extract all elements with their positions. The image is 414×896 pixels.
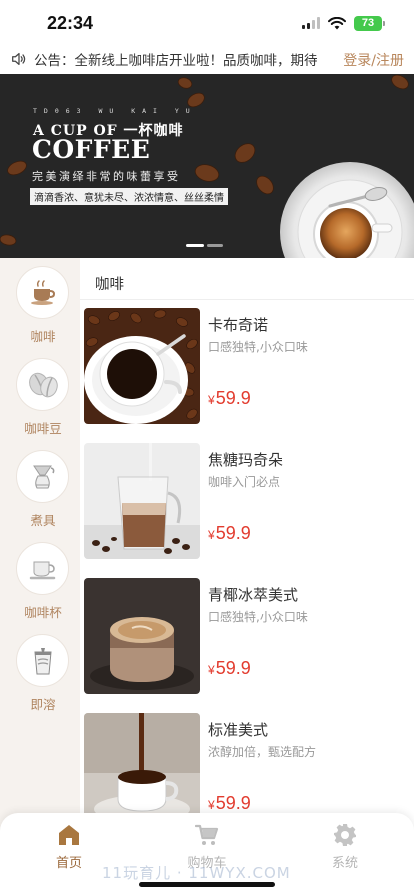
category-label: 咖啡 [30, 329, 56, 344]
category-label: 即溶 [30, 697, 56, 712]
tab-system[interactable]: 系统 [305, 823, 385, 873]
banner-subtitle: TD063 WU KAI YU [33, 107, 197, 115]
carousel-dot-2[interactable] [207, 244, 223, 247]
category-label: 煮具 [30, 513, 56, 528]
wifi-icon [328, 16, 346, 29]
brewer-icon [32, 465, 54, 488]
signal-icon [302, 17, 320, 29]
product-image[interactable] [84, 713, 200, 829]
banner-coffee-title: COFFEE [32, 135, 151, 164]
product-name: 青椰冰萃美式 [208, 586, 299, 604]
product-price: ¥59.9 [208, 658, 251, 679]
banner-description: 滴滴香浓、意犹未尽、浓浓情意、丝丝柔情 [30, 188, 228, 205]
category-brewer[interactable]: 煮具 [0, 442, 80, 534]
status-time: 22:34 [47, 13, 94, 33]
status-bar: 22:34 73 [0, 0, 414, 44]
gear-icon [334, 824, 356, 846]
currency-symbol: ¥ [208, 393, 215, 407]
section-title: 咖啡 [95, 277, 124, 293]
product-image[interactable] [84, 443, 200, 559]
category-cup[interactable]: 咖啡杯 [0, 534, 80, 626]
currency-symbol: ¥ [208, 528, 215, 542]
watermark: 11玩育儿 · 11WYX.COM [102, 864, 291, 882]
banner-tagline: 完美演绎非常的味蕾享受 [32, 170, 181, 183]
product-description: 口感独特,小众口味 [208, 610, 308, 624]
category-label: 咖啡杯 [24, 605, 62, 620]
tab-label: 系统 [331, 856, 358, 871]
login-register-link[interactable]: 登录/注册 [343, 50, 404, 70]
banner-artwork [0, 74, 414, 258]
cart-icon [195, 824, 219, 845]
category-instant[interactable]: 即溶 [0, 626, 80, 718]
price-value: 59.9 [215, 793, 251, 813]
product-image[interactable] [84, 578, 200, 694]
product-name: 标准美式 [208, 721, 269, 739]
price-value: 59.9 [215, 658, 251, 678]
battery-icon: 73 [354, 15, 385, 31]
speaker-icon [12, 52, 26, 66]
product-card[interactable]: 焦糖玛奇朵 咖啡入门必点 ¥59.9 [84, 443, 410, 563]
product-price: ¥59.9 [208, 793, 251, 814]
status-icons: 73 [302, 15, 385, 31]
carousel-indicator[interactable] [186, 244, 223, 247]
home-icon [59, 825, 79, 845]
product-description: 咖啡入门必点 [208, 475, 281, 489]
carousel-dot-1[interactable] [186, 244, 204, 247]
instant-coffee-icon [33, 647, 52, 674]
product-card[interactable]: 青椰冰萃美式 口感独特,小众口味 ¥59.9 [84, 578, 410, 698]
category-label: 咖啡豆 [24, 421, 62, 436]
coffee-beans-icon [28, 372, 58, 397]
product-price: ¥59.9 [208, 388, 251, 409]
product-description: 口感独特,小众口味 [208, 340, 308, 354]
product-name: 卡布奇诺 [208, 316, 269, 334]
coffee-cup-icon [30, 279, 55, 305]
product-name: 焦糖玛奇朵 [208, 451, 284, 469]
category-coffee-beans[interactable]: 咖啡豆 [0, 350, 80, 442]
product-description: 浓醇加倍，甄选配方 [208, 745, 317, 759]
currency-symbol: ¥ [208, 798, 215, 812]
product-price: ¥59.9 [208, 523, 251, 544]
price-value: 59.9 [215, 523, 251, 543]
category-coffee[interactable]: 咖啡 [0, 258, 80, 350]
section-divider [80, 299, 414, 300]
price-value: 59.9 [215, 388, 251, 408]
cup-icon [29, 561, 55, 579]
product-list-panel: 咖啡 卡布奇诺 口感独特,小众口味 ¥59.9 焦糖玛奇朵 咖啡入门必点 ¥59… [80, 258, 414, 896]
notice-text[interactable]: 公告：全新线上咖啡店开业啦！品质咖啡，期待 [34, 49, 319, 69]
notice-bar: 公告：全新线上咖啡店开业啦！品质咖啡，期待 登录/注册 [0, 44, 414, 74]
tab-label: 首页 [55, 856, 82, 871]
product-image[interactable] [84, 308, 200, 424]
tab-home[interactable]: 首页 [29, 823, 109, 873]
product-card[interactable]: 卡布奇诺 口感独特,小众口味 ¥59.9 [84, 308, 410, 428]
currency-symbol: ¥ [208, 663, 215, 677]
promo-banner[interactable]: TD063 WU KAI YU A CUP OF 一杯咖啡 COFFEE 完美演… [0, 74, 414, 258]
category-sidebar: 咖啡 咖啡豆 煮具 咖啡杯 即溶 [0, 258, 80, 896]
home-indicator[interactable] [139, 882, 275, 887]
